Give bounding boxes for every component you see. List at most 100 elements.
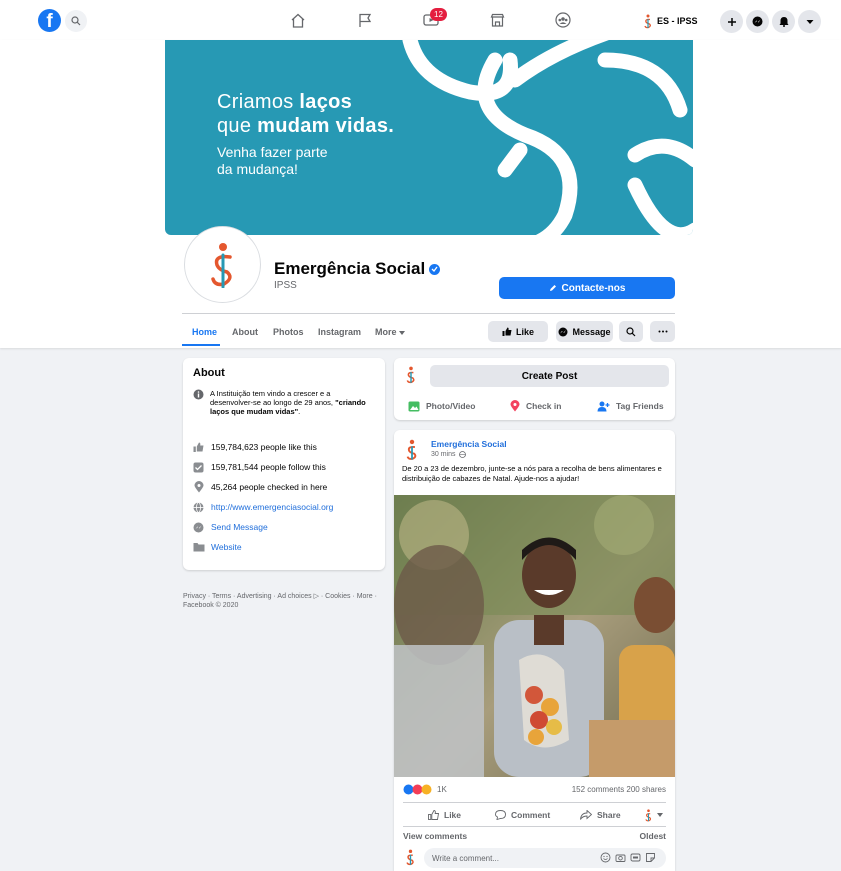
tab-instagram[interactable]: Instagram [318, 327, 361, 337]
about-checkins: 45,264 people checked in here [192, 480, 327, 494]
post-comment-button[interactable]: Comment [495, 808, 550, 822]
about-website[interactable]: Website [192, 540, 242, 554]
page-name-text: Emergência Social [274, 259, 426, 278]
thumbs-up-icon [428, 810, 439, 820]
location-pin-icon [510, 400, 520, 412]
notifications-button[interactable] [772, 10, 795, 33]
page-logo-icon [406, 439, 417, 460]
post-divider [403, 802, 666, 803]
post-as-selector[interactable] [645, 808, 663, 822]
tab-home[interactable]: Home [192, 327, 217, 337]
account-menu-button[interactable] [798, 10, 821, 33]
camera-icon[interactable] [615, 852, 626, 863]
about-send-message[interactable]: Send Message [192, 520, 268, 534]
nav-groups[interactable] [552, 10, 574, 30]
page-logo-icon [210, 242, 232, 288]
cover-photo[interactable]: Criamos laços que mudam vidas. Venha faz… [165, 40, 693, 235]
search-page-button[interactable] [619, 321, 643, 342]
like-page-button[interactable]: Like [488, 321, 548, 342]
folder-icon [192, 541, 205, 554]
search-icon [626, 326, 636, 336]
tab-more[interactable]: More [375, 327, 406, 337]
post-divider [403, 826, 666, 827]
profile-shortcut[interactable]: ES - IPSS [644, 12, 698, 30]
messenger-icon [192, 521, 205, 534]
post-photo[interactable] [394, 495, 675, 777]
page-logo-icon [645, 808, 652, 821]
comments-shares-count[interactable]: 152 comments 200 shares [572, 782, 666, 796]
follow-check-icon [192, 461, 205, 474]
globe-icon [192, 501, 205, 514]
contact-button[interactable]: Contacte-nos [499, 277, 675, 299]
page-logo-icon [644, 14, 651, 28]
bell-icon [779, 17, 788, 27]
check-in-button[interactable]: Check in [510, 399, 561, 413]
messenger-icon [752, 16, 763, 27]
tab-about[interactable]: About [232, 327, 258, 337]
nav-marketplace[interactable] [486, 10, 508, 30]
groups-icon [555, 12, 571, 28]
view-comments-link[interactable]: View comments [403, 831, 467, 843]
about-title: About [193, 367, 225, 379]
search-button[interactable] [65, 10, 87, 32]
caret-down-icon [806, 19, 813, 24]
header-divider [182, 313, 675, 314]
message-page-button[interactable]: Message [556, 321, 613, 342]
marketplace-icon [490, 13, 504, 27]
reactions-summary[interactable]: 1K [403, 782, 447, 796]
home-icon [291, 13, 305, 28]
post-timestamp[interactable]: 30 mins [431, 451, 466, 458]
pencil-icon [549, 285, 556, 291]
notification-badge: 12 [430, 8, 447, 21]
page-title: Emergência Social [274, 259, 441, 279]
about-description: A Instituição tem vindo a crescer e a de… [210, 389, 366, 416]
thumbs-up-icon [502, 327, 512, 336]
post-like-button[interactable]: Like [428, 808, 461, 822]
nav-pages[interactable] [354, 10, 376, 30]
more-options-button[interactable] [650, 321, 675, 342]
tag-friends-icon [597, 401, 610, 411]
cover-subtitle: Venha fazer parte da mudança! [217, 144, 328, 177]
tag-friends-button[interactable]: Tag Friends [597, 399, 664, 413]
flag-icon [359, 13, 372, 27]
share-icon [580, 810, 592, 820]
messenger-icon [558, 327, 568, 336]
verified-badge-icon [429, 263, 441, 275]
top-navigation-bar: f 12 ES - IPSS [0, 0, 841, 40]
page-logo-icon [406, 849, 414, 866]
comment-icon [495, 810, 506, 820]
messenger-button[interactable] [746, 10, 769, 33]
plus-icon [727, 17, 736, 26]
comment-sort-dropdown[interactable]: Oldest [640, 831, 666, 843]
page-logo-icon [406, 366, 415, 384]
info-icon [193, 389, 204, 400]
about-website-url[interactable]: http://www.emergenciasocial.org [192, 500, 333, 514]
photo-video-button[interactable]: Photo/Video [408, 399, 475, 413]
nav-home[interactable] [287, 10, 309, 30]
location-pin-icon [192, 481, 205, 494]
active-tab-indicator [182, 344, 220, 346]
photo-icon [408, 401, 420, 411]
thumbs-up-icon [192, 441, 205, 454]
footer-links[interactable]: Privacy · Terms · Advertising · Ad choic… [183, 592, 388, 610]
page-category: IPSS [274, 280, 297, 291]
about-follows: 159,781,544 people follow this [192, 460, 326, 474]
reactions-icon [403, 784, 432, 794]
page-profile-picture[interactable] [184, 226, 261, 303]
about-card: About A Instituição tem vindo a crescer … [183, 358, 385, 570]
create-post-input[interactable]: Create Post [430, 365, 669, 387]
facebook-logo[interactable]: f [38, 9, 61, 32]
profile-name: ES - IPSS [657, 16, 698, 26]
create-button[interactable] [720, 10, 743, 33]
cover-headline: Criamos laços que mudam vidas. [217, 91, 395, 137]
comment-tools [600, 852, 656, 863]
gif-icon[interactable] [630, 852, 641, 863]
emoji-icon[interactable] [600, 852, 611, 863]
sticker-icon[interactable] [645, 852, 656, 863]
post-share-button[interactable]: Share [580, 808, 621, 822]
comment-input[interactable]: Write a comment... [424, 848, 666, 868]
photo-illustration [394, 495, 675, 777]
caret-down-icon [399, 331, 406, 335]
post-author[interactable]: Emergência Social [431, 439, 507, 449]
tab-photos[interactable]: Photos [273, 327, 304, 337]
